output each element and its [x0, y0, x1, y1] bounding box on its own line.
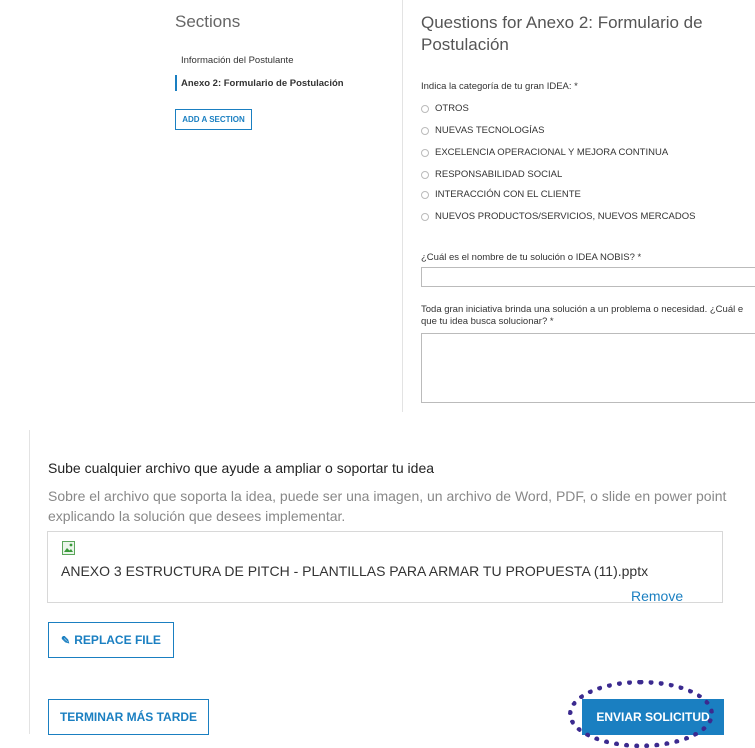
radio-option-nuevas-tecnologias[interactable]: NUEVAS TECNOLOGÍAS — [421, 125, 544, 136]
image-file-icon — [62, 541, 75, 555]
radio-label: OTROS — [435, 103, 469, 114]
submit-application-button[interactable]: ENVIAR SOLICITUD — [582, 699, 724, 735]
idea-name-input[interactable] — [421, 267, 755, 287]
radio-label: EXCELENCIA OPERACIONAL Y MEJORA CONTINUA — [435, 147, 669, 158]
file-name: ANEXO 3 ESTRUCTURA DE PITCH - PLANTILLAS… — [61, 563, 649, 579]
radio-button[interactable] — [421, 212, 429, 221]
radio-label: NUEVOS PRODUCTOS/SERVICIOS, NUEVOS MERCA… — [435, 211, 696, 222]
radio-option-otros[interactable]: OTROS — [421, 103, 469, 114]
upload-title: Sube cualquier archivo que ayude a ampli… — [48, 460, 435, 476]
sections-heading: Sections — [175, 12, 241, 31]
finish-later-button[interactable]: TERMINAR MÁS TARDE — [48, 699, 209, 735]
remove-file-link[interactable]: Remove — [631, 588, 683, 604]
problem-question-label-line-1: Toda gran iniciativa brinda una solución… — [421, 304, 744, 315]
radio-option-excelencia[interactable]: EXCELENCIA OPERACIONAL Y MEJORA CONTINUA — [421, 147, 668, 158]
section-item-anexo-2[interactable]: Anexo 2: Formulario de Postulación — [181, 78, 344, 89]
radio-button[interactable] — [421, 126, 429, 135]
upload-description: Sobre el archivo que soporta la idea, pu… — [48, 488, 727, 524]
radio-button[interactable] — [421, 190, 429, 199]
radio-button[interactable] — [421, 170, 429, 179]
add-section-button[interactable]: ADD A SECTION — [175, 109, 252, 130]
radio-label: RESPONSABILIDAD SOCIAL — [435, 169, 563, 180]
replace-file-label: REPLACE FILE — [74, 633, 161, 647]
upload-divider — [29, 430, 30, 734]
column-divider — [402, 0, 403, 412]
radio-option-interaccion[interactable]: INTERACCIÓN CON EL CLIENTE — [421, 189, 581, 200]
radio-button[interactable] — [421, 148, 429, 157]
radio-option-responsabilidad[interactable]: RESPONSABILIDAD SOCIAL — [421, 169, 562, 180]
replace-file-button[interactable]: ✎ REPLACE FILE — [48, 622, 174, 658]
category-question-label: Indica la categoría de tu gran IDEA: * — [421, 81, 578, 92]
radio-label: NUEVAS TECNOLOGÍAS — [435, 125, 545, 136]
name-question-label: ¿Cuál es el nombre de tu solución o IDEA… — [421, 252, 642, 263]
section-item-informacion[interactable]: Información del Postulante — [181, 55, 293, 66]
questions-heading: Questions for Anexo 2: Formulario de Pos… — [421, 13, 703, 54]
active-section-indicator — [175, 75, 177, 91]
radio-option-nuevos-productos[interactable]: NUEVOS PRODUCTOS/SERVICIOS, NUEVOS MERCA… — [421, 211, 695, 222]
paperclip-icon: ✎ — [61, 634, 71, 647]
radio-button[interactable] — [421, 104, 429, 113]
problem-question-label-line-2: que tu idea busca solucionar? * — [421, 316, 554, 327]
problem-textarea[interactable] — [421, 333, 755, 403]
radio-label: INTERACCIÓN CON EL CLIENTE — [435, 189, 581, 200]
